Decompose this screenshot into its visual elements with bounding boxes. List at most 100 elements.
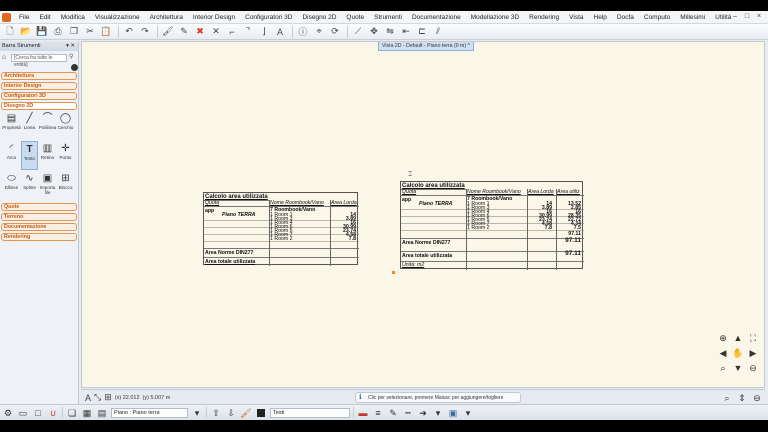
maximize-button[interactable]: □ bbox=[742, 12, 752, 21]
menu-rendering[interactable]: Rendering bbox=[524, 14, 564, 21]
menu-modellazione-3d[interactable]: Modellazione 3D bbox=[466, 14, 524, 21]
level-up-arrow-icon[interactable]: ⇧ bbox=[210, 407, 222, 419]
measure-icon[interactable]: ⟋ bbox=[351, 25, 365, 38]
menu-docfa[interactable]: Docfa bbox=[612, 14, 639, 21]
color-brush-icon[interactable]: 🖌 bbox=[240, 407, 252, 419]
menu-interior-design[interactable]: Interior Design bbox=[188, 14, 240, 21]
paint-icon[interactable]: 🖌 bbox=[161, 25, 175, 38]
category-quote[interactable]: Quote bbox=[1, 203, 77, 211]
eyedropper-icon[interactable]: ✎ bbox=[177, 25, 191, 38]
redo-icon[interactable]: ↷ bbox=[138, 25, 152, 38]
open-folder-icon[interactable]: 📂 bbox=[19, 25, 33, 38]
menu-vista[interactable]: Vista bbox=[564, 14, 588, 21]
level-select[interactable]: Piano : Piano terra bbox=[111, 407, 188, 418]
panel-header-buttons[interactable]: ▾ ✕ bbox=[66, 41, 75, 51]
menu-help[interactable]: Help bbox=[589, 14, 612, 21]
menu-millesimi[interactable]: Millesimi bbox=[675, 14, 710, 21]
minimize-button[interactable]: – bbox=[730, 12, 740, 21]
text-style-icon[interactable]: A bbox=[85, 393, 91, 403]
pan-up-icon[interactable]: ▲ bbox=[732, 332, 744, 344]
close-button[interactable]: × bbox=[754, 12, 764, 21]
menu-disegno-2d[interactable]: Disegno 2D bbox=[297, 14, 341, 21]
menu-documentazione[interactable]: Documentazione bbox=[407, 14, 466, 21]
paste-icon[interactable]: 📋 bbox=[99, 25, 113, 38]
copy-icon[interactable]: ❐ bbox=[67, 25, 81, 38]
grid-icon[interactable]: ⊞ bbox=[104, 392, 112, 403]
zoom-previous-icon[interactable]: ⌕ bbox=[721, 392, 733, 404]
entity-search-input[interactable]: [Cerca fra tutte le entità] bbox=[11, 53, 67, 68]
area-table-right[interactable]: Calcolo area utilizzata Quota Nome Roomb… bbox=[400, 181, 584, 270]
trim-icon[interactable]: ✕ bbox=[209, 25, 223, 38]
tool-polilinea[interactable]: ⌒ Polilinea bbox=[39, 111, 56, 140]
tool-cerchio[interactable]: ◯ Cerchio bbox=[57, 111, 74, 140]
print-icon[interactable]: ⎙ bbox=[51, 25, 65, 38]
category-rendering[interactable]: Rendering bbox=[1, 233, 77, 241]
category-disegno-2d[interactable]: Disegno 2D bbox=[1, 102, 77, 110]
hatch-color-icon[interactable]: ▬ bbox=[357, 407, 369, 419]
tool-spline[interactable]: ∿ Spline bbox=[21, 171, 38, 200]
menu-strumenti[interactable]: Strumenti bbox=[369, 14, 407, 21]
align-icon[interactable]: ⊏ bbox=[415, 25, 429, 38]
zoom-realtime-icon[interactable]: ⇕ bbox=[736, 392, 748, 404]
ucs-icon[interactable]: ⤡ bbox=[94, 392, 101, 403]
category-terreno[interactable]: Terreno bbox=[1, 213, 77, 221]
category-architettura[interactable]: Architettura bbox=[1, 72, 77, 80]
text-tool-icon[interactable]: A bbox=[273, 25, 287, 38]
tool-blocco[interactable]: ⊞ Blocco bbox=[57, 171, 74, 200]
extend-icon[interactable]: ⌐ bbox=[225, 25, 239, 38]
fill-icon[interactable]: ▣ bbox=[447, 407, 459, 419]
pan-down-icon[interactable]: ▼ bbox=[732, 362, 744, 374]
settings-icon[interactable]: ⚙ bbox=[2, 407, 14, 419]
floor-plan-icon[interactable]: ▦ bbox=[81, 407, 93, 419]
menu-visualizzazione[interactable]: Visualizzazione bbox=[90, 14, 145, 21]
zoom-in-icon[interactable]: ⊕ bbox=[717, 332, 729, 344]
pen-icon[interactable]: ✎ bbox=[387, 407, 399, 419]
building-icon[interactable]: ▤ bbox=[96, 407, 108, 419]
magnet-snap-icon[interactable]: ∪ bbox=[47, 407, 59, 419]
save-icon[interactable]: 💾 bbox=[35, 25, 49, 38]
offset-icon[interactable]: ⌝ bbox=[241, 25, 255, 38]
fillet-icon[interactable]: ⌋ bbox=[257, 25, 271, 38]
category-documentazione[interactable]: Documentazione bbox=[1, 223, 77, 231]
view-2d-icon[interactable]: ▭ bbox=[17, 407, 29, 419]
view-3d-icon[interactable]: □ bbox=[32, 407, 44, 419]
layer-color-icon[interactable] bbox=[257, 408, 265, 417]
snap-icon[interactable]: ⌖ bbox=[312, 25, 326, 38]
zoom-window-icon[interactable]: ⌕ bbox=[717, 362, 729, 374]
mirror-icon[interactable]: ⇋ bbox=[383, 25, 397, 38]
tool-retino[interactable]: ▥ Retino bbox=[39, 141, 56, 170]
menu-quote[interactable]: Quote bbox=[341, 14, 369, 21]
level-down-arrow-icon[interactable]: ⇩ bbox=[225, 407, 237, 419]
layers-icon[interactable]: ❏ bbox=[66, 407, 78, 419]
drawing-canvas[interactable]: Vista 2D - Default - Piano terra (0 m) ^… bbox=[81, 41, 765, 388]
new-file-icon[interactable]: 🗋 bbox=[3, 25, 17, 38]
tool-punto[interactable]: ✛ Punto bbox=[57, 141, 74, 170]
move-icon[interactable]: ✥ bbox=[367, 25, 381, 38]
area-table-left[interactable]: Calcolo area utilizzata Quota Nome Roomb… bbox=[203, 192, 359, 266]
zoom-out-icon[interactable]: ⊖ bbox=[747, 362, 759, 374]
menu-configuratori-3d[interactable]: Configuratori 3D bbox=[240, 14, 297, 21]
category-interior-design[interactable]: Interior Design bbox=[1, 82, 77, 90]
zoom-extents-icon[interactable]: ⛶ bbox=[747, 332, 759, 344]
menu-file[interactable]: File bbox=[14, 14, 34, 21]
cut-icon[interactable]: ✂ bbox=[83, 25, 97, 38]
pan-hand-icon[interactable]: ✋ bbox=[732, 347, 744, 359]
info-icon[interactable]: ⓘ bbox=[296, 25, 310, 38]
line-type-icon[interactable]: ┅ bbox=[402, 407, 414, 419]
home-icon[interactable]: ⌂ bbox=[2, 54, 9, 61]
line-weight-icon[interactable]: ≡ bbox=[372, 407, 384, 419]
delete-icon[interactable]: ✖ bbox=[193, 25, 207, 38]
zoom-all-icon[interactable]: ⊖ bbox=[751, 392, 763, 404]
tool-importa-file[interactable]: ▣ Importa file bbox=[39, 171, 56, 200]
layer-select[interactable]: Testi bbox=[270, 407, 350, 418]
undo-icon[interactable]: ↶ bbox=[122, 25, 136, 38]
arrow-style-icon[interactable]: ➜ bbox=[417, 407, 429, 419]
break-icon[interactable]: ⫽ bbox=[431, 25, 445, 38]
menu-computo[interactable]: Computo bbox=[639, 14, 675, 21]
tool-proprieta[interactable]: ▤ Proprietà bbox=[2, 111, 21, 140]
tool-arco[interactable]: ◜ Arco bbox=[3, 141, 20, 170]
search-icon[interactable]: ⚲ bbox=[69, 54, 76, 61]
menu-modifica[interactable]: Modifica bbox=[56, 14, 90, 21]
menu-architettura[interactable]: Architettura bbox=[145, 14, 188, 21]
view-tab[interactable]: Vista 2D - Default - Piano terra (0 m) ^ bbox=[378, 42, 474, 51]
